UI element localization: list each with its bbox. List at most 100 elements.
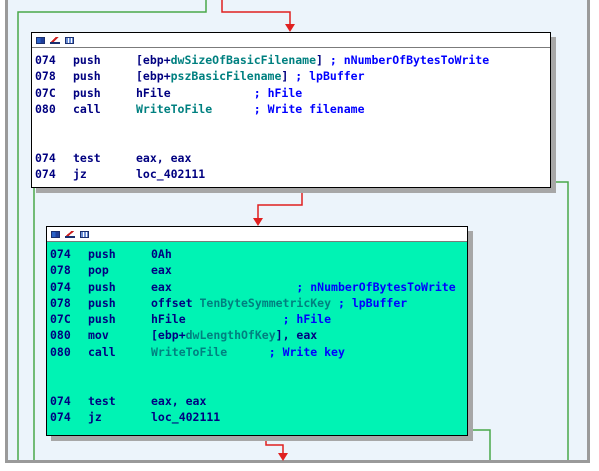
mnemonic: push — [88, 279, 116, 294]
code-line[interactable]: 078 push [ebp+ pszBasicFilename] ; lpBuffer — [35, 68, 550, 84]
operand: hFile — [136, 85, 171, 100]
block-title-bar[interactable] — [47, 227, 467, 242]
address: 078 — [35, 69, 56, 84]
address: 074 — [50, 247, 71, 261]
graph-icon[interactable] — [65, 230, 75, 238]
mnemonic: push — [88, 247, 116, 261]
code-line[interactable]: 074 push eax ; nNumberOfBytesToWrite — [50, 279, 467, 295]
operand: eax — [151, 279, 172, 294]
operand-suffix: ] — [281, 69, 289, 84]
red-edge-top — [221, 0, 291, 26]
mnemonic: test — [88, 393, 116, 408]
code-line[interactable]: 080 call WriteToFile ; Write key — [50, 344, 467, 360]
address: 074 — [50, 393, 71, 408]
color-icon[interactable] — [51, 230, 60, 238]
mnemonic: pop — [88, 263, 109, 278]
graph-icon[interactable] — [50, 36, 60, 44]
operand: [ebp+ — [151, 328, 186, 343]
color-icon[interactable] — [36, 36, 45, 44]
address: 074 — [35, 150, 56, 165]
code-line[interactable]: 074 jz loc_402111 — [50, 409, 467, 425]
comment: ; nNumberOfBytesToWrite — [329, 53, 490, 67]
mnemonic: jz — [73, 167, 87, 182]
operand: eax, eax — [151, 393, 207, 408]
mnemonic: jz — [88, 409, 102, 424]
address: 074 — [35, 53, 56, 67]
code-line[interactable]: 074 test eax, eax — [35, 150, 550, 166]
comment: ; lpBuffer — [337, 295, 408, 310]
mnemonic: push — [73, 85, 101, 100]
code-line[interactable]: 078 pop eax — [50, 262, 467, 278]
code-line[interactable]: 074 jz loc_402111 — [35, 166, 550, 182]
mnemonic: call — [73, 101, 101, 116]
red-arrowhead-bottom — [278, 453, 288, 461]
comment: ; Write key — [268, 344, 345, 359]
red-arrowhead-top — [285, 24, 295, 32]
address: 080 — [50, 344, 71, 359]
code-line[interactable]: 074 push [ebp+ dwSizeOfBasicFilename] ; nNu… — [35, 52, 550, 68]
operand: 0Ah — [151, 247, 172, 261]
address: 080 — [35, 101, 56, 116]
comment: ; hFile — [282, 312, 332, 327]
address: 07C — [35, 85, 56, 100]
code-line[interactable]: 080 mov [ebp+ dwLengthOfKey], eax — [50, 327, 467, 343]
mnemonic: test — [73, 150, 101, 165]
mnemonic: push — [73, 69, 101, 84]
symbol[interactable]: dwLengthOfKey — [186, 327, 276, 343]
operand: [ebp+ — [136, 69, 171, 84]
symbol[interactable]: WriteToFile — [151, 344, 227, 360]
mnemonic: push — [73, 53, 101, 67]
block-title-bar[interactable] — [32, 33, 550, 48]
operand: loc_402111 — [151, 409, 221, 424]
operand: [ebp+ — [136, 53, 171, 67]
grid-icon[interactable] — [65, 36, 74, 44]
symbol[interactable]: dwSizeOfBasicFilename — [171, 52, 316, 68]
operand: hFile — [151, 312, 186, 327]
green-edge-node2 — [472, 429, 491, 460]
mnemonic: call — [88, 344, 116, 359]
operand-suffix: ], eax — [275, 328, 318, 343]
code-line[interactable]: 078 push offset TenByteSymmetricKey ; lpBu… — [50, 295, 467, 311]
address: 074 — [50, 409, 71, 424]
code-line[interactable] — [35, 133, 550, 149]
mnemonic: push — [88, 312, 116, 327]
code-line[interactable]: 074 push 0Ah — [50, 246, 467, 262]
red-arrowhead-mid — [253, 218, 263, 226]
address: 078 — [50, 263, 71, 278]
address: 078 — [50, 295, 71, 310]
symbol[interactable]: TenByteSymmetricKey — [199, 295, 331, 311]
code-line[interactable]: 07C push hFile ; hFile — [35, 85, 550, 101]
code-block-1[interactable]: 074 push [ebp+ dwSizeOfBasicFilename] ; nNu… — [31, 32, 551, 188]
address: 074 — [50, 279, 71, 294]
red-edge-bottom — [265, 436, 284, 455]
operand: eax — [151, 263, 172, 278]
code-line[interactable]: 074 test eax, eax — [50, 393, 467, 409]
mnemonic: push — [88, 295, 116, 310]
red-edge-mid — [257, 188, 303, 220]
disassembly-listing: 074 push [ebp+ dwSizeOfBasicFilename] ; nNu… — [32, 48, 550, 182]
symbol[interactable]: WriteToFile — [136, 101, 212, 117]
code-line[interactable]: 080 call WriteToFile ; Write filename — [35, 101, 550, 117]
code-line[interactable]: 07C push hFile ; hFile — [50, 311, 467, 327]
green-edge-node1-right — [555, 181, 569, 460]
code-line[interactable] — [50, 360, 467, 376]
mnemonic: mov — [88, 328, 109, 343]
symbol[interactable]: pszBasicFilename — [171, 68, 282, 84]
comment: ; nNumberOfBytesToWrite — [296, 279, 456, 294]
grid-icon[interactable] — [80, 230, 89, 238]
operand-suffix: ] — [316, 53, 323, 67]
code-block-2[interactable]: 074 push 0Ah 078 pop eax 074 push eax ; nNumberO… — [46, 226, 468, 436]
code-line[interactable] — [50, 376, 467, 392]
comment: ; hFile — [253, 85, 303, 100]
operand: eax, eax — [136, 150, 192, 165]
code-line[interactable] — [35, 117, 550, 133]
comment: ; lpBuffer — [295, 69, 365, 84]
